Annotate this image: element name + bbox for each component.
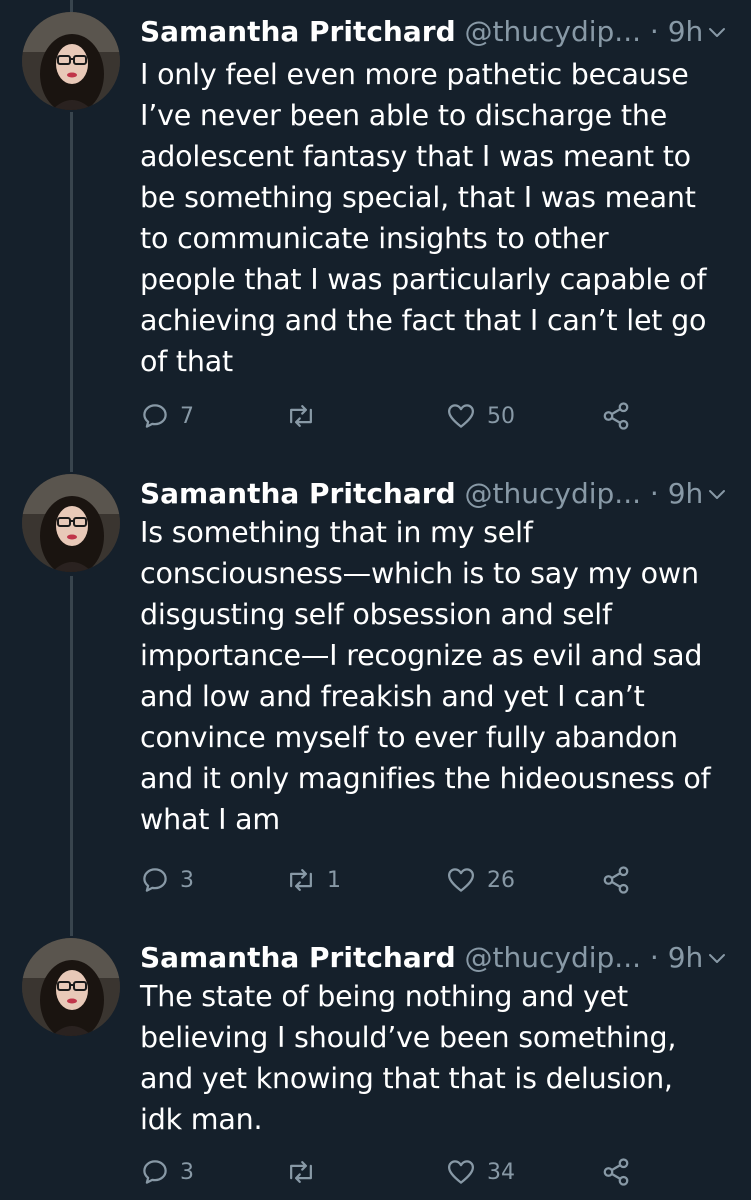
chevron-down-icon[interactable] <box>705 20 729 44</box>
like-count: 34 <box>487 1159 515 1185</box>
avatar[interactable] <box>22 474 120 572</box>
chevron-down-icon[interactable] <box>705 946 729 970</box>
retweet-icon <box>290 1161 312 1183</box>
separator-dot: · <box>649 15 659 48</box>
tweet[interactable]: Samantha Pritchard @thucydip... · 9h The… <box>0 938 751 1198</box>
reply-count: 3 <box>180 867 194 893</box>
avatar[interactable] <box>22 938 120 1036</box>
reply-icon <box>143 868 167 892</box>
share-button[interactable] <box>600 860 632 900</box>
share-icon <box>603 866 629 894</box>
share-icon <box>603 402 629 430</box>
reply-button[interactable]: 7 <box>140 396 194 436</box>
reply-button[interactable]: 3 <box>140 1152 194 1192</box>
user-handle[interactable]: @thucydip... <box>465 477 641 510</box>
tweet-actions: 3 34 <box>140 1152 640 1192</box>
chevron-down-icon[interactable] <box>705 482 729 506</box>
reply-count: 3 <box>180 1159 194 1185</box>
like-count: 50 <box>487 403 515 429</box>
share-button[interactable] <box>600 396 632 436</box>
tweet[interactable]: Samantha Pritchard @thucydip... · 9h Is … <box>0 474 751 924</box>
user-handle[interactable]: @thucydip... <box>465 15 641 48</box>
avatar-photo-icon <box>22 474 120 572</box>
share-button[interactable] <box>600 1152 632 1192</box>
tweet-header: Samantha Pritchard @thucydip... · 9h <box>140 938 740 978</box>
like-button[interactable]: 50 <box>445 396 515 436</box>
avatar[interactable] <box>22 12 120 110</box>
heart-icon <box>448 1160 474 1184</box>
thread-line-top <box>70 0 73 12</box>
tweet-actions: 7 50 <box>140 396 640 436</box>
like-button[interactable]: 26 <box>445 860 515 900</box>
reply-count: 7 <box>180 403 194 429</box>
timestamp[interactable]: 9h <box>668 15 704 48</box>
separator-dot: · <box>649 941 659 974</box>
heart-icon <box>448 868 474 892</box>
avatar-photo-icon <box>22 12 120 110</box>
timestamp[interactable]: 9h <box>668 941 704 974</box>
avatar-photo-icon <box>22 938 120 1036</box>
reply-button[interactable]: 3 <box>140 860 194 900</box>
user-handle[interactable]: @thucydip... <box>465 941 641 974</box>
tweet[interactable]: Samantha Pritchard @thucydip... · 9h I o… <box>0 12 751 462</box>
tweet-text: The state of being nothing and yet belie… <box>140 980 677 1136</box>
reply-icon <box>143 404 167 428</box>
separator-dot: · <box>649 477 659 510</box>
like-button[interactable]: 34 <box>445 1152 515 1192</box>
retweet-button[interactable] <box>285 1152 327 1192</box>
share-icon <box>603 1158 629 1186</box>
timestamp[interactable]: 9h <box>668 477 704 510</box>
retweet-button[interactable]: 1 <box>285 860 341 900</box>
tweet-header: Samantha Pritchard @thucydip... · 9h <box>140 474 740 514</box>
tweet-actions: 3 1 26 <box>140 860 640 900</box>
retweet-count: 1 <box>327 867 341 893</box>
display-name[interactable]: Samantha Pritchard <box>140 941 456 974</box>
retweet-button[interactable] <box>285 396 327 436</box>
retweet-icon <box>290 869 312 891</box>
reply-icon <box>143 1160 167 1184</box>
like-count: 26 <box>487 867 515 893</box>
tweet-text: I only feel even more pathetic because I… <box>140 58 707 378</box>
tweet-text: Is something that in my self consciousne… <box>140 516 711 836</box>
display-name[interactable]: Samantha Pritchard <box>140 15 456 48</box>
tweet-header: Samantha Pritchard @thucydip... · 9h <box>140 12 740 52</box>
display-name[interactable]: Samantha Pritchard <box>140 477 456 510</box>
heart-icon <box>448 404 474 428</box>
retweet-icon <box>290 405 312 427</box>
